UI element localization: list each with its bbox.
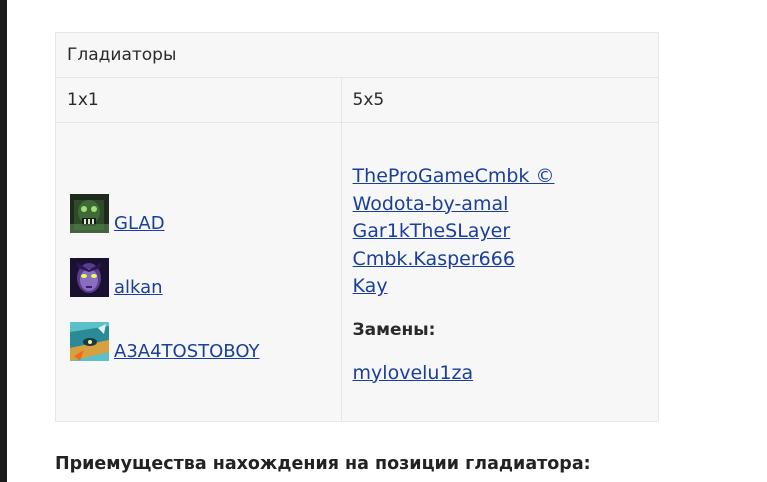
glad-avatar-icon xyxy=(70,193,109,233)
team-players-list: TheProGameCmbk © Wodota-by-amal Gar1kThe… xyxy=(353,163,658,301)
a3a4tostoboy-avatar-icon xyxy=(70,321,109,361)
team-players-cell: TheProGameCmbk © Wodota-by-amal Gar1kThe… xyxy=(340,122,660,422)
page: Гладиаторы 1x1 5x5 GLAD alkan A3A4TOSTOB… xyxy=(0,0,767,482)
player-link-a3a4tostoboy[interactable]: A3A4TOSTOBOY xyxy=(114,341,260,362)
table-body-row: GLAD alkan A3A4TOSTOBOY TheProGameCmbk ©… xyxy=(55,122,660,422)
list-item: A3A4TOSTOBOY xyxy=(70,321,341,362)
solo-players-list: GLAD alkan A3A4TOSTOBOY xyxy=(67,184,341,361)
player-link-alkan[interactable]: alkan xyxy=(114,277,163,298)
team-player-link[interactable]: Wodota-by-amal xyxy=(353,191,658,219)
table-header-row: 1x1 5x5 xyxy=(55,77,660,123)
column-header-5x5: 5x5 xyxy=(340,77,660,123)
substitute-player-link[interactable]: mylovelu1za xyxy=(353,361,658,385)
list-item: GLAD xyxy=(70,193,341,234)
player-link-glad[interactable]: GLAD xyxy=(114,213,165,234)
left-edge-strip xyxy=(0,0,7,482)
team-player-link[interactable]: TheProGameCmbk © xyxy=(353,163,658,191)
gladiators-table: Гладиаторы 1x1 5x5 GLAD alkan A3A4TOSTOB… xyxy=(55,32,660,422)
team-player-link[interactable]: Kay xyxy=(353,273,658,301)
alkan-avatar-icon xyxy=(70,257,109,297)
team-player-link[interactable]: Cmbk.Kasper666 xyxy=(353,246,658,274)
team-block: TheProGameCmbk © Wodota-by-amal Gar1kThe… xyxy=(353,159,658,385)
section-heading: Приемущества нахождения на позиции глади… xyxy=(55,454,591,474)
list-item: alkan xyxy=(70,257,341,298)
team-player-link[interactable]: Gar1kTheSLayer xyxy=(353,218,658,246)
solo-players-cell: GLAD alkan A3A4TOSTOBOY xyxy=(55,122,342,422)
table-title: Гладиаторы xyxy=(55,32,659,78)
column-header-1x1: 1x1 xyxy=(55,77,342,123)
table-title-row: Гладиаторы xyxy=(55,32,659,78)
substitutes-label: Замены: xyxy=(352,319,436,340)
